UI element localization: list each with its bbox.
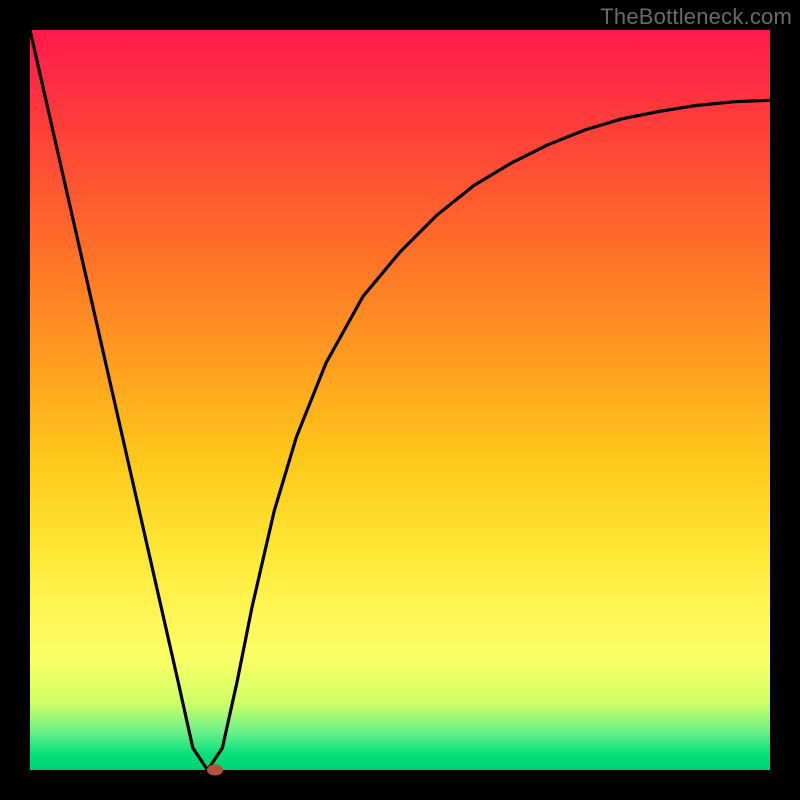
bottleneck-curve <box>30 30 770 770</box>
watermark-text: TheBottleneck.com <box>600 4 792 30</box>
plot-area <box>30 30 770 770</box>
optimal-point-marker <box>207 765 223 776</box>
chart-frame: TheBottleneck.com <box>0 0 800 800</box>
